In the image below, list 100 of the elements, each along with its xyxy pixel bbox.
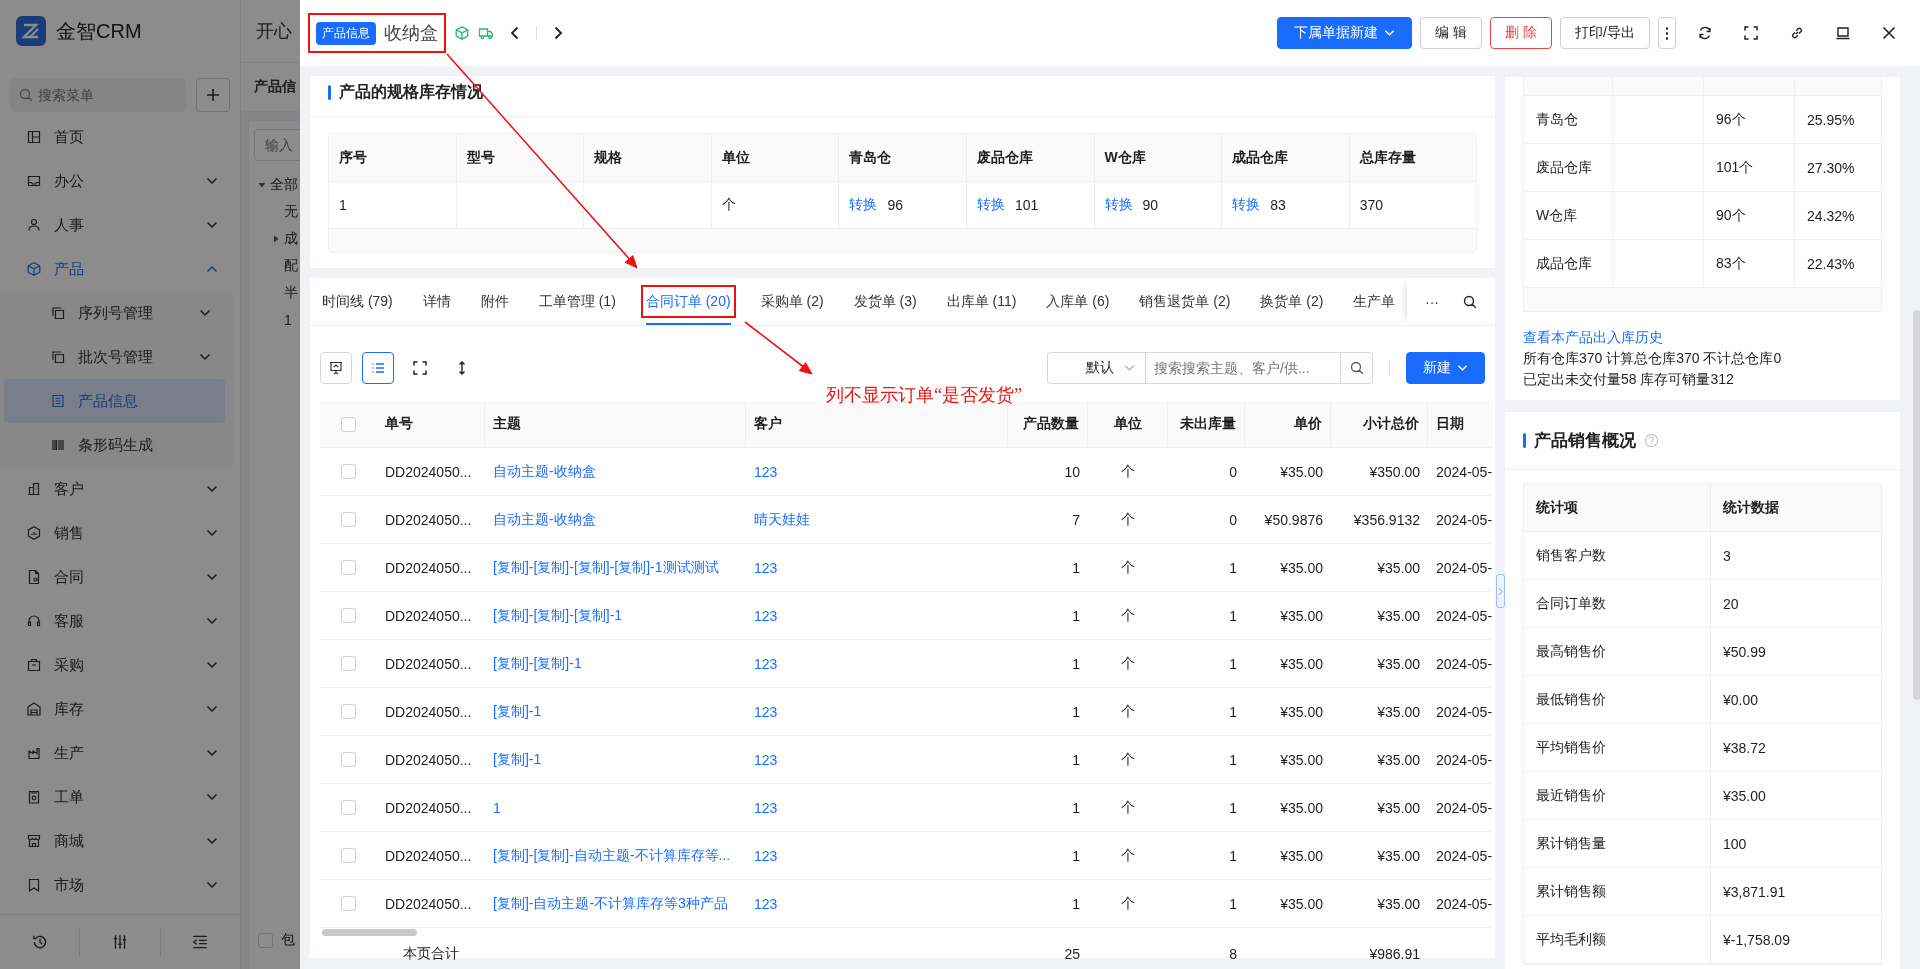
table-cell: DD2024050... [385,703,472,720]
table-cell: 合同订单数 [1536,594,1606,613]
record-title: 收纳盒 [384,22,438,45]
table-cell: ¥35.00 [1280,847,1323,864]
table-cell: 1 [1229,607,1237,624]
table-cell: 0 [1229,511,1237,528]
table-cell: DD2024050... [385,847,472,864]
column-header: 青岛仓 [839,134,967,181]
table-cell: ¥-1,758.09 [1723,931,1790,948]
column-header: 小计总价 [1363,415,1419,433]
table-cell: 个 [1121,846,1135,865]
table-cell: 2024-05- [1436,655,1493,672]
table-cell: 1 [1072,751,1080,768]
table-cell: 7 [1072,511,1080,528]
table-cell: ¥350.00 [1369,463,1420,480]
table-cell: 个 [1121,894,1135,913]
annotation-note: 列不显示订单“是否发货” [826,384,1022,407]
column-header: 总库存量 [1358,147,1417,167]
table-cell: 1 [1229,799,1237,816]
table-cell: 27.30% [1807,159,1855,176]
table-cell: ¥35.00 [1377,655,1420,672]
table-cell: DD2024050... [385,799,472,816]
column-header: 单号 [385,415,413,433]
table-cell: 2024-05- [1436,463,1493,480]
table-cell: ¥35.00 [1280,703,1323,720]
table-cell: ¥35.00 [1377,895,1420,912]
table-cell: DD2024050... [385,655,472,672]
column-header: 成品仓库 [1222,134,1350,181]
table-cell: ¥35.00 [1377,559,1420,576]
table-cell: 2024-05- [1436,607,1493,624]
column-header: 序号 [329,134,457,181]
table-cell: 个 [1121,510,1135,529]
column-header: W仓库 [1094,134,1223,181]
table-cell: ¥35.00 [1377,799,1420,816]
table-cell: 1 [1072,655,1080,672]
table-cell: ¥38.72 [1723,739,1766,756]
table-cell: 1 [1229,847,1237,864]
table-cell: 83 [1270,197,1286,213]
table-cell: 废品仓库 [1536,158,1592,177]
record-type-badge: 产品信息 [316,21,376,45]
column-header: 日期 [1436,415,1464,433]
column-header: 统计数据 [1723,498,1779,517]
section-title: 产品的规格库存情况 [339,81,483,102]
table-cell: 2024-05- [1436,751,1493,768]
table-cell: 101 [1014,197,1039,213]
table-cell: 90个 [1716,206,1746,225]
table-cell: ¥35.00 [1280,559,1323,576]
table-cell: 个 [1121,654,1135,673]
table-cell: 1 [339,197,347,213]
table-cell: 个 [1121,462,1135,481]
table-cell: 2024-05- [1436,559,1493,576]
table-cell: ¥35.00 [1280,799,1323,816]
table-cell: 1 [1072,607,1080,624]
column-header: 单位 [1113,415,1142,433]
table-cell: ¥35.00 [1280,655,1323,672]
section-title: 产品销售概况 [1534,430,1636,452]
table-cell: 8 [1229,946,1237,962]
table-cell: 1 [1072,703,1080,720]
table-cell: 83个 [1716,254,1746,273]
table-cell: 青岛仓 [1536,110,1578,129]
page-title: 产品信 [254,78,296,96]
table-cell: ¥35.00 [1377,607,1420,624]
column-header: 未出库量 [1180,415,1236,433]
table-cell: 370 [1359,197,1384,213]
table-cell: 销售客户数 [1536,546,1606,565]
table-cell: 1 [1229,655,1237,672]
table-cell: ¥50.99 [1723,643,1766,660]
table-cell: ¥35.00 [1723,787,1766,804]
table-cell: ¥35.00 [1280,463,1323,480]
table-cell: 2024-05- [1436,703,1493,720]
table-cell: ¥35.00 [1377,751,1420,768]
column-header: 统计项 [1536,498,1578,517]
table-cell: 22.43% [1807,255,1855,272]
table-cell: 个 [1121,702,1135,721]
table-cell: ¥35.00 [1377,847,1420,864]
table-cell: ¥3,871.91 [1723,883,1786,900]
table-cell: 1 [1229,751,1237,768]
table-cell: 累计销售量 [1536,834,1606,853]
table-cell: 个 [1121,558,1135,577]
table-cell: 100 [1723,835,1747,852]
totals-label: 本页合计 [403,945,459,963]
page-header-text: 开心 [256,20,292,43]
table-cell: DD2024050... [385,895,472,912]
table-cell: 25 [1064,946,1080,962]
table-cell: W仓库 [1536,206,1578,225]
table-cell: 最低销售价 [1536,690,1606,709]
table-cell: 2024-05- [1436,511,1493,528]
app-name: 金智CRM [56,18,142,44]
table-cell: 0 [1229,463,1237,480]
table-cell: 2024-05- [1436,895,1493,912]
table-cell: 个 [721,196,736,214]
table-cell: 1 [1072,847,1080,864]
table-cell: 平均销售价 [1536,738,1606,757]
table-cell: ¥0.00 [1723,691,1759,708]
table-cell: 1 [1072,895,1080,912]
table-cell: DD2024050... [385,463,472,480]
table-cell: 20 [1723,595,1739,612]
table-cell: 90 [1142,197,1159,213]
table-cell: 2024-05- [1436,847,1493,864]
table-cell: ¥986.91 [1369,946,1420,962]
